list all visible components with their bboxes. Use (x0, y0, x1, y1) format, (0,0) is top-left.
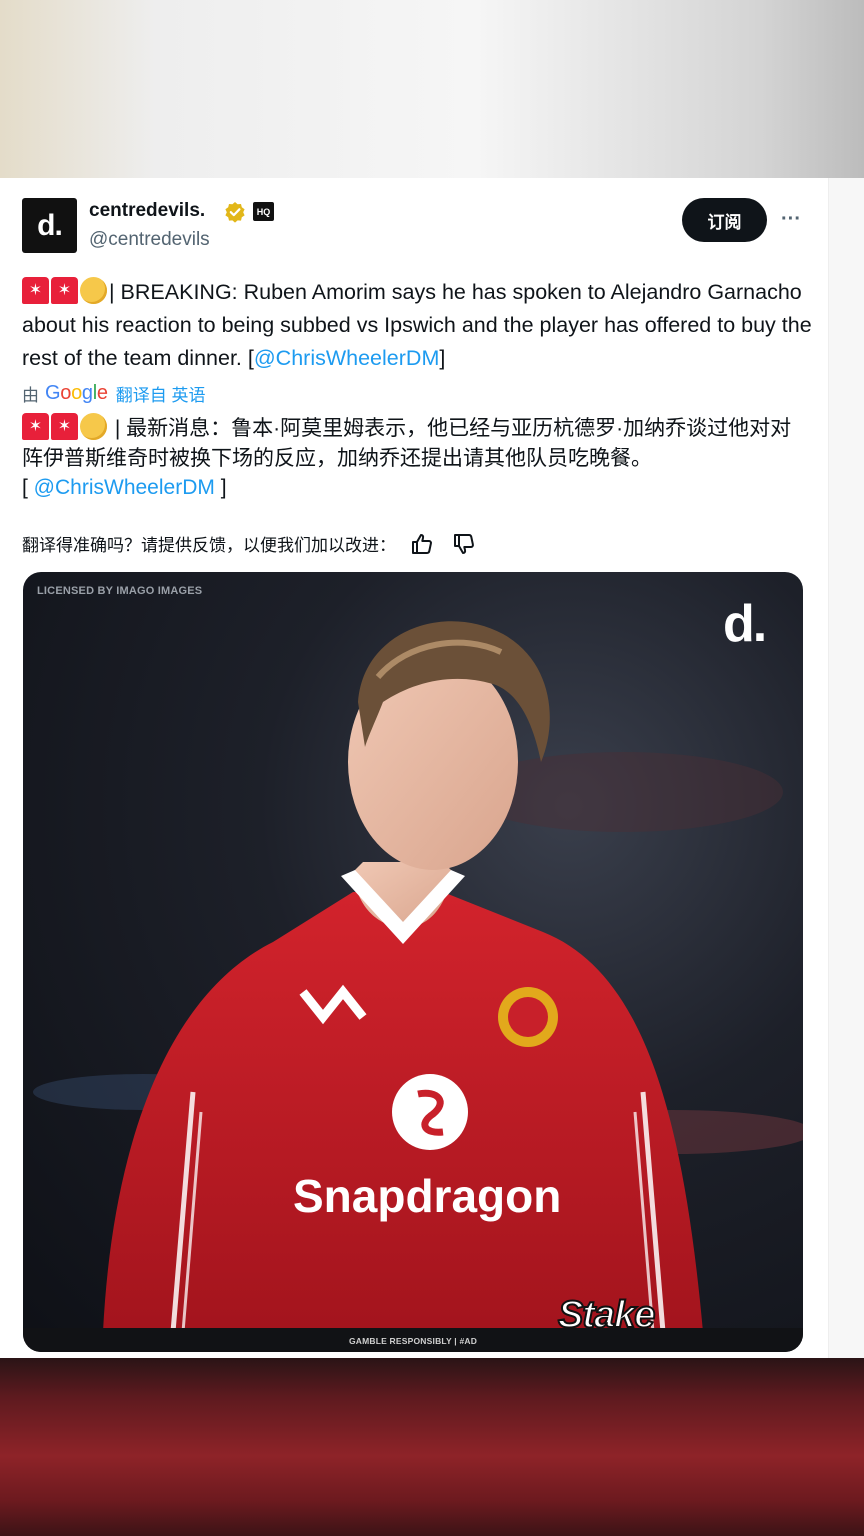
translation-attribution: 由 Google 翻译自 英语 (22, 380, 205, 406)
sponsor-logo: Stake (557, 1293, 656, 1337)
siren-emoji-icon (22, 413, 49, 440)
avatar-logo: d. (37, 208, 63, 242)
coin-emoji-icon (80, 277, 107, 304)
translated-mention-link[interactable]: @ChrisWheelerDM (34, 476, 215, 499)
player-photo: Snapdragon (23, 621, 803, 1352)
gamble-responsibly-caption: GAMBLE RESPONSIBLY | #AD (348, 1336, 478, 1346)
affiliate-badge[interactable]: HQ (253, 202, 274, 221)
siren-emoji-icon (22, 277, 49, 304)
mention-link[interactable]: @ChrisWheelerDM (254, 346, 440, 370)
license-caption: LICENSED BY IMAGO IMAGES (37, 585, 203, 597)
tweet-bracket-close: ] (439, 346, 446, 370)
siren-emoji-icon (51, 413, 78, 440)
feedback-prompt: 翻译得准确吗？请提供反馈，以便我们加以改进： (22, 536, 396, 555)
shirt-sponsor-text: Snapdragon (293, 1170, 561, 1222)
siren-emoji-icon (51, 277, 78, 304)
blurred-background-bottom (0, 1358, 864, 1536)
watermark-logo: d. (723, 595, 767, 653)
coin-emoji-icon (80, 413, 107, 440)
author-display-name[interactable]: centredevils. (89, 200, 205, 222)
verified-badge-icon[interactable] (224, 201, 246, 223)
author-handle[interactable]: @centredevils (89, 229, 210, 251)
blurred-background-top (0, 0, 864, 178)
tweet-text: | BREAKING: Ruben Amorim says he has spo… (22, 276, 812, 375)
translation-feedback: 翻译得准确吗？请提供反馈，以便我们加以改进： (22, 531, 494, 556)
subscribe-button[interactable]: 订阅 (682, 198, 767, 242)
more-options-icon[interactable]: ··· (777, 204, 805, 234)
translated-body: | 最新消息：鲁本·阿莫里姆表示，他已经与亚历杭德罗·加纳乔谈过他对对阵伊普斯维… (22, 417, 792, 470)
google-logo: Google (45, 381, 108, 404)
thumbs-down-icon[interactable] (452, 532, 476, 556)
translated-bracket-close: ] (214, 476, 227, 499)
translated-text: | 最新消息：鲁本·阿莫里姆表示，他已经与亚历杭德罗·加纳乔谈过他对对阵伊普斯维… (22, 413, 812, 503)
translated-from-link[interactable]: 翻译自 英语 (116, 381, 206, 406)
scroll-edge (828, 178, 864, 1358)
avatar[interactable]: d. (22, 198, 77, 253)
translated-by-label: 由 (22, 385, 39, 405)
thumbs-up-icon[interactable] (410, 532, 434, 556)
tweet-photo[interactable]: Snapdragon LICENSED BY IMAGO IMAGES d. S… (23, 572, 803, 1352)
translated-bracket-open: [ (22, 476, 34, 499)
